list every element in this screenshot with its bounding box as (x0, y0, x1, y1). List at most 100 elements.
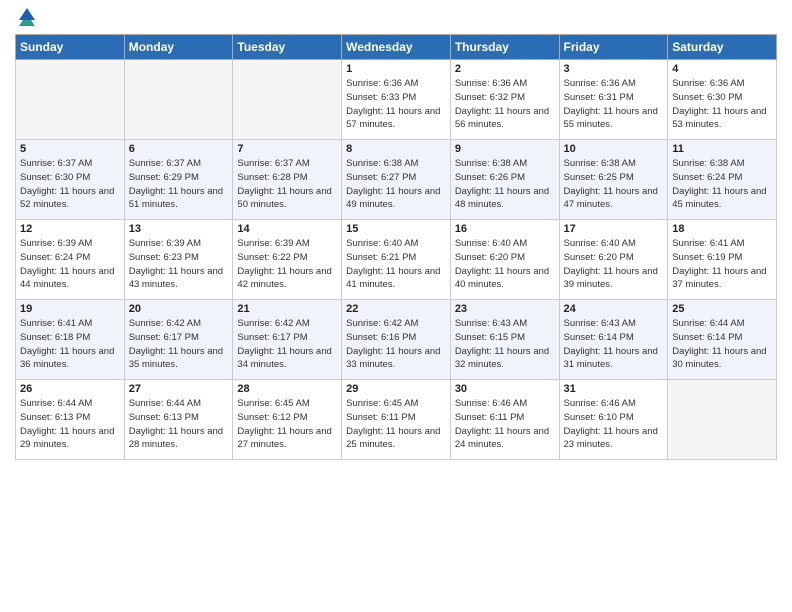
day-info: Sunrise: 6:37 AM Sunset: 6:29 PM Dayligh… (129, 157, 229, 212)
day-number: 16 (455, 223, 555, 235)
day-info: Sunrise: 6:40 AM Sunset: 6:20 PM Dayligh… (564, 237, 664, 292)
day-number: 30 (455, 383, 555, 395)
day-info: Sunrise: 6:38 AM Sunset: 6:24 PM Dayligh… (672, 157, 772, 212)
day-number: 21 (237, 303, 337, 315)
day-number: 15 (346, 223, 446, 235)
calendar-cell: 19Sunrise: 6:41 AM Sunset: 6:18 PM Dayli… (16, 300, 125, 380)
day-info: Sunrise: 6:40 AM Sunset: 6:21 PM Dayligh… (346, 237, 446, 292)
calendar-cell: 18 Sunrise: 6:41 AM Sunset: 6:19 PM Dayli… (668, 220, 777, 300)
calendar-cell: 14Sunrise: 6:39 AM Sunset: 6:22 PM Dayli… (233, 220, 342, 300)
calendar-table: SundayMondayTuesdayWednesdayThursdayFrid… (15, 34, 777, 460)
day-info: Sunrise: 6:36 AM Sunset: 6:30 PM Dayligh… (672, 77, 772, 132)
day-number: 23 (455, 303, 555, 315)
day-number: 8 (346, 143, 446, 155)
day-info: Sunrise: 6:37 AM Sunset: 6:30 PM Dayligh… (20, 157, 120, 212)
calendar-cell: 30Sunrise: 6:46 AM Sunset: 6:11 PM Dayli… (450, 380, 559, 460)
day-info: Sunrise: 6:38 AM Sunset: 6:27 PM Dayligh… (346, 157, 446, 212)
calendar-week-row: 1 Sunrise: 6:36 AM Sunset: 6:33 PM Daylig… (16, 60, 777, 140)
day-info: Sunrise: 6:45 AM Sunset: 6:11 PM Dayligh… (346, 397, 446, 452)
calendar-dow-thursday: Thursday (450, 35, 559, 60)
day-info: Sunrise: 6:42 AM Sunset: 6:16 PM Dayligh… (346, 317, 446, 372)
calendar-cell: 3 Sunrise: 6:36 AM Sunset: 6:31 PM Daylig… (559, 60, 668, 140)
calendar-dow-tuesday: Tuesday (233, 35, 342, 60)
calendar-cell: 12Sunrise: 6:39 AM Sunset: 6:24 PM Dayli… (16, 220, 125, 300)
day-number: 19 (20, 303, 120, 315)
day-number: 5 (20, 143, 120, 155)
day-number: 20 (129, 303, 229, 315)
day-info: Sunrise: 6:41 AM Sunset: 6:19 PM Dayligh… (672, 237, 772, 292)
day-info: Sunrise: 6:36 AM Sunset: 6:33 PM Dayligh… (346, 77, 446, 132)
calendar-cell: 8 Sunrise: 6:38 AM Sunset: 6:27 PM Daylig… (342, 140, 451, 220)
day-number: 29 (346, 383, 446, 395)
day-info: Sunrise: 6:37 AM Sunset: 6:28 PM Dayligh… (237, 157, 337, 212)
calendar-cell (668, 380, 777, 460)
day-info: Sunrise: 6:36 AM Sunset: 6:31 PM Dayligh… (564, 77, 664, 132)
calendar-cell: 23 Sunrise: 6:43 AM Sunset: 6:15 PM Dayli… (450, 300, 559, 380)
calendar-cell (124, 60, 233, 140)
day-info: Sunrise: 6:40 AM Sunset: 6:20 PM Dayligh… (455, 237, 555, 292)
day-number: 1 (346, 63, 446, 75)
day-number: 2 (455, 63, 555, 75)
calendar-cell: 13 Sunrise: 6:39 AM Sunset: 6:23 PM Dayli… (124, 220, 233, 300)
calendar-week-row: 12Sunrise: 6:39 AM Sunset: 6:24 PM Dayli… (16, 220, 777, 300)
day-info: Sunrise: 6:38 AM Sunset: 6:26 PM Dayligh… (455, 157, 555, 212)
day-number: 10 (564, 143, 664, 155)
calendar-dow-saturday: Saturday (668, 35, 777, 60)
day-number: 4 (672, 63, 772, 75)
day-info: Sunrise: 6:39 AM Sunset: 6:22 PM Dayligh… (237, 237, 337, 292)
calendar-cell: 4 Sunrise: 6:36 AM Sunset: 6:30 PM Daylig… (668, 60, 777, 140)
calendar-cell: 10Sunrise: 6:38 AM Sunset: 6:25 PM Dayli… (559, 140, 668, 220)
calendar-cell: 7 Sunrise: 6:37 AM Sunset: 6:28 PM Daylig… (233, 140, 342, 220)
calendar-dow-sunday: Sunday (16, 35, 125, 60)
day-number: 27 (129, 383, 229, 395)
day-info: Sunrise: 6:43 AM Sunset: 6:15 PM Dayligh… (455, 317, 555, 372)
header (15, 10, 777, 26)
day-number: 9 (455, 143, 555, 155)
day-number: 22 (346, 303, 446, 315)
page: SundayMondayTuesdayWednesdayThursdayFrid… (0, 0, 792, 612)
day-info: Sunrise: 6:39 AM Sunset: 6:23 PM Dayligh… (129, 237, 229, 292)
day-info: Sunrise: 6:42 AM Sunset: 6:17 PM Dayligh… (129, 317, 229, 372)
calendar-cell: 22 Sunrise: 6:42 AM Sunset: 6:16 PM Dayli… (342, 300, 451, 380)
day-info: Sunrise: 6:44 AM Sunset: 6:13 PM Dayligh… (20, 397, 120, 452)
calendar-dow-wednesday: Wednesday (342, 35, 451, 60)
day-info: Sunrise: 6:44 AM Sunset: 6:13 PM Dayligh… (129, 397, 229, 452)
day-number: 17 (564, 223, 664, 235)
calendar-dow-monday: Monday (124, 35, 233, 60)
calendar-dow-friday: Friday (559, 35, 668, 60)
calendar-cell: 17 Sunrise: 6:40 AM Sunset: 6:20 PM Dayli… (559, 220, 668, 300)
day-number: 28 (237, 383, 337, 395)
calendar-cell: 25 Sunrise: 6:44 AM Sunset: 6:14 PM Dayli… (668, 300, 777, 380)
calendar-cell: 2Sunrise: 6:36 AM Sunset: 6:32 PM Daylig… (450, 60, 559, 140)
day-info: Sunrise: 6:44 AM Sunset: 6:14 PM Dayligh… (672, 317, 772, 372)
day-number: 11 (672, 143, 772, 155)
calendar-week-row: 26 Sunrise: 6:44 AM Sunset: 6:13 PM Dayli… (16, 380, 777, 460)
calendar-cell (16, 60, 125, 140)
calendar-week-row: 19Sunrise: 6:41 AM Sunset: 6:18 PM Dayli… (16, 300, 777, 380)
calendar-week-row: 5 Sunrise: 6:37 AM Sunset: 6:30 PM Daylig… (16, 140, 777, 220)
day-number: 7 (237, 143, 337, 155)
calendar-cell: 15 Sunrise: 6:40 AM Sunset: 6:21 PM Dayli… (342, 220, 451, 300)
calendar-cell: 9 Sunrise: 6:38 AM Sunset: 6:26 PM Daylig… (450, 140, 559, 220)
calendar-cell (233, 60, 342, 140)
day-info: Sunrise: 6:43 AM Sunset: 6:14 PM Dayligh… (564, 317, 664, 372)
day-number: 26 (20, 383, 120, 395)
day-number: 13 (129, 223, 229, 235)
calendar-cell: 27 Sunrise: 6:44 AM Sunset: 6:13 PM Dayli… (124, 380, 233, 460)
day-number: 6 (129, 143, 229, 155)
day-info: Sunrise: 6:45 AM Sunset: 6:12 PM Dayligh… (237, 397, 337, 452)
day-number: 31 (564, 383, 664, 395)
calendar-cell: 24Sunrise: 6:43 AM Sunset: 6:14 PM Dayli… (559, 300, 668, 380)
calendar-cell: 21Sunrise: 6:42 AM Sunset: 6:17 PM Dayli… (233, 300, 342, 380)
calendar-cell: 1 Sunrise: 6:36 AM Sunset: 6:33 PM Daylig… (342, 60, 451, 140)
logo-icon (17, 6, 37, 26)
day-number: 25 (672, 303, 772, 315)
day-info: Sunrise: 6:39 AM Sunset: 6:24 PM Dayligh… (20, 237, 120, 292)
calendar-cell: 28 Sunrise: 6:45 AM Sunset: 6:12 PM Dayli… (233, 380, 342, 460)
day-number: 18 (672, 223, 772, 235)
logo (15, 14, 37, 26)
calendar-cell: 6 Sunrise: 6:37 AM Sunset: 6:29 PM Daylig… (124, 140, 233, 220)
calendar-cell: 29 Sunrise: 6:45 AM Sunset: 6:11 PM Dayli… (342, 380, 451, 460)
day-number: 3 (564, 63, 664, 75)
calendar-header-row: SundayMondayTuesdayWednesdayThursdayFrid… (16, 35, 777, 60)
